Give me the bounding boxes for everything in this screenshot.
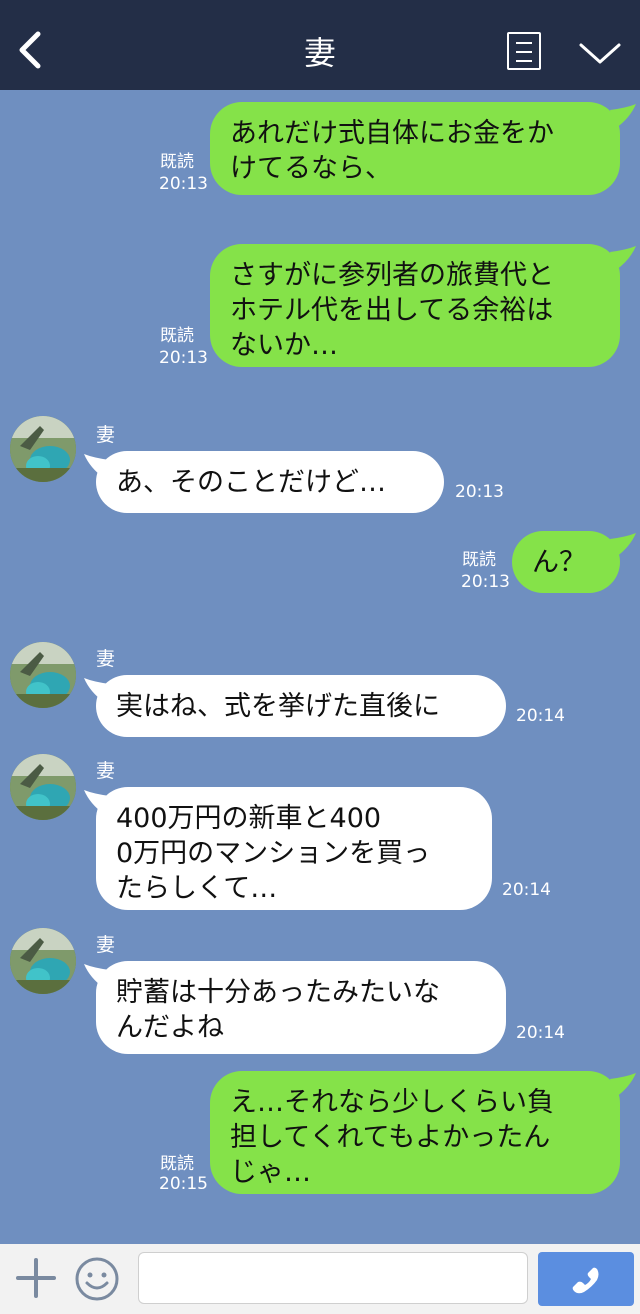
sender-name: 妻 [96, 934, 116, 956]
emoji-icon[interactable] [74, 1256, 120, 1302]
message-time: 20:13 [159, 348, 208, 368]
message-time: 20:13 [461, 572, 510, 592]
avatar[interactable] [10, 642, 76, 708]
bubble-tail [610, 533, 636, 557]
avatar-image [10, 928, 76, 994]
outgoing-message-bubble[interactable]: あれだけ式自体にお金をか けてるなら、 [210, 102, 620, 195]
chat-header: 妻 [0, 0, 640, 90]
sender-name: 妻 [96, 648, 116, 670]
bubble-tail [610, 246, 636, 270]
chevron-down-icon[interactable] [578, 38, 622, 68]
plus-icon[interactable] [16, 1258, 56, 1298]
avatar[interactable] [10, 928, 76, 994]
avatar-image [10, 642, 76, 708]
input-bar [0, 1244, 640, 1314]
avatar-image [10, 416, 76, 482]
avatar-image [10, 754, 76, 820]
message-input[interactable] [138, 1252, 528, 1304]
read-receipt: 既読 [160, 1154, 194, 1174]
outgoing-message-bubble[interactable]: ん？ [512, 531, 620, 593]
phone-icon [572, 1267, 599, 1294]
incoming-message-bubble[interactable]: 400万円の新車と400 0万円のマンションを買っ たらしくて… [96, 787, 492, 910]
bubble-tail [610, 1073, 636, 1097]
menu-list-icon[interactable] [507, 32, 541, 70]
message-time: 20:13 [159, 174, 208, 194]
message-time: 20:14 [502, 880, 551, 900]
outgoing-message-bubble[interactable]: え…それなら少しくらい負 担してくれてもよかったん じゃ… [210, 1071, 620, 1194]
back-arrow-icon[interactable] [14, 30, 44, 70]
message-time: 20:15 [159, 1174, 208, 1194]
message-time: 20:14 [516, 706, 565, 726]
message-time: 20:14 [516, 1023, 565, 1043]
incoming-message-bubble[interactable]: あ、そのことだけど… [96, 451, 444, 513]
message-time: 20:13 [455, 482, 504, 502]
bubble-tail [610, 104, 636, 128]
avatar[interactable] [10, 754, 76, 820]
read-receipt: 既読 [160, 326, 194, 346]
call-button[interactable] [538, 1252, 634, 1306]
chat-title: 妻 [303, 34, 336, 72]
sender-name: 妻 [96, 760, 116, 782]
read-receipt: 既読 [462, 550, 496, 570]
message-list[interactable]: あれだけ式自体にお金をか けてるなら、 既読 20:13 さすがに参列者の旅費代… [0, 90, 640, 1244]
sender-name: 妻 [96, 424, 116, 446]
outgoing-message-bubble[interactable]: さすがに参列者の旅費代と ホテル代を出してる余裕は ないか… [210, 244, 620, 367]
avatar[interactable] [10, 416, 76, 482]
incoming-message-bubble[interactable]: 実はね、式を挙げた直後に [96, 675, 506, 737]
read-receipt: 既読 [160, 152, 194, 172]
incoming-message-bubble[interactable]: 貯蓄は十分あったみたいな んだよね [96, 961, 506, 1054]
